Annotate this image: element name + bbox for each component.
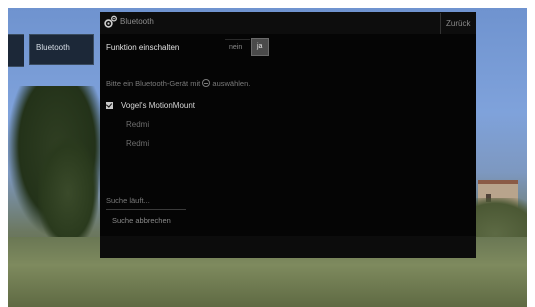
function-toggle-label: Funktion einschalten: [106, 43, 180, 52]
bluetooth-dialog: Bluetooth Zurück Funktion einschalten ne…: [100, 12, 476, 258]
checkbox-checked-icon: [106, 102, 113, 109]
hint-text-end: auswählen.: [212, 79, 251, 88]
divider: [106, 209, 186, 210]
dialog-title: Bluetooth: [120, 17, 154, 26]
side-nav-prev-tab[interactable]: [8, 34, 24, 67]
toggle-option-yes[interactable]: ja: [251, 38, 269, 56]
hint-text-start: Bitte ein Bluetooth-Gerät mit: [106, 79, 201, 88]
dialog-footer: [100, 236, 476, 258]
device-label: Redmi: [126, 120, 150, 129]
back-button[interactable]: Zurück: [440, 13, 476, 34]
device-label: Redmi: [126, 139, 150, 148]
cancel-search-button[interactable]: Suche abbrechen: [112, 216, 171, 225]
selection-hint: Bitte ein Bluetooth-Gerät mit auswählen.: [106, 79, 250, 88]
tree-silhouette-lower: [38, 138, 98, 248]
ok-button-icon: [202, 79, 211, 87]
search-status: Suche läuft...: [106, 196, 150, 205]
dialog-header: Bluetooth Zurück: [100, 12, 476, 34]
toggle-option-no[interactable]: nein: [225, 39, 250, 55]
device-label: Vogel's MotionMount: [121, 101, 196, 110]
bluetooth-gear-icon: [104, 15, 117, 28]
side-nav-item-bluetooth[interactable]: Bluetooth: [29, 34, 94, 65]
